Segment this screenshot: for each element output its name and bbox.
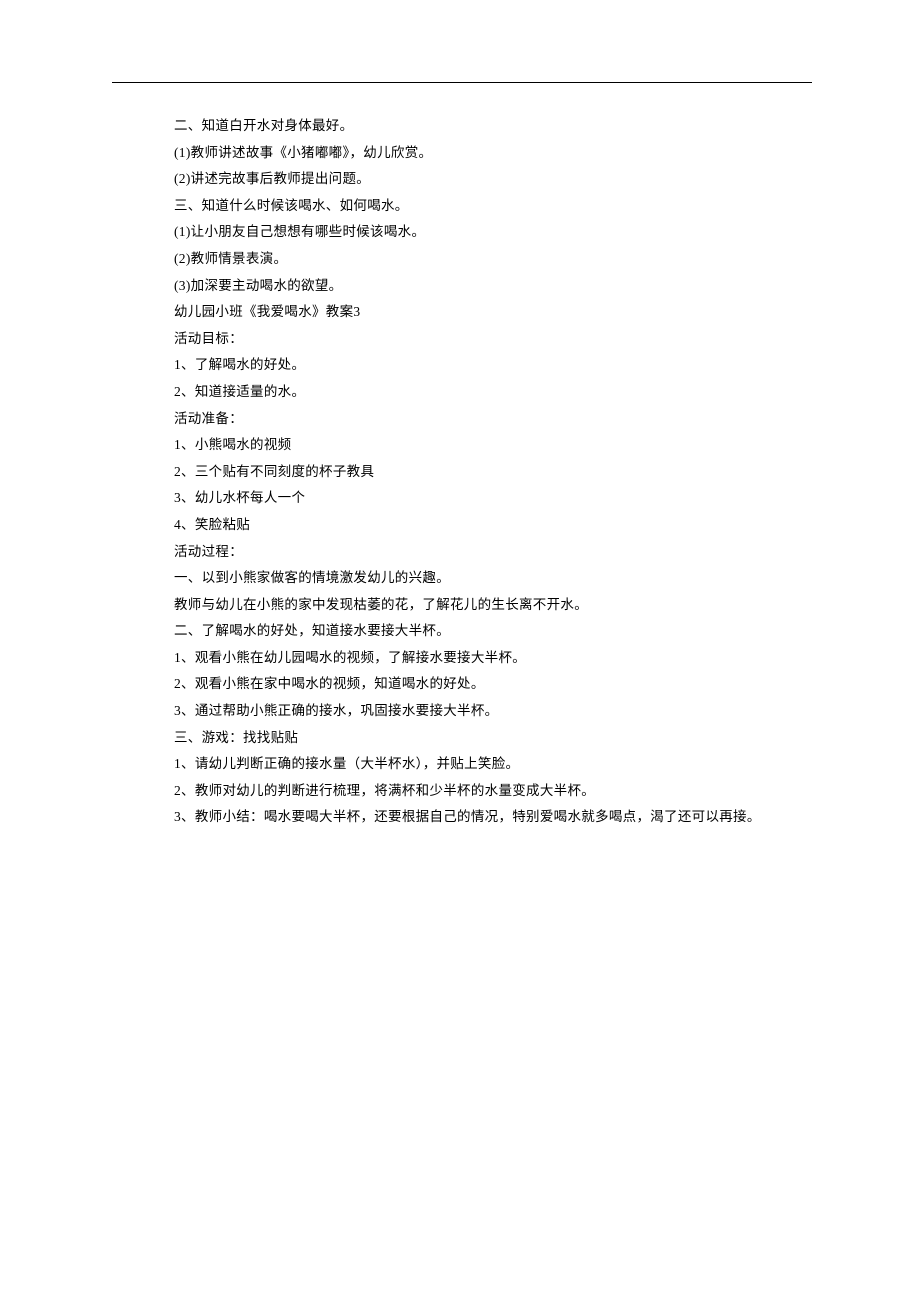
- text-line: (2)讲述完故事后教师提出问题。: [174, 166, 811, 193]
- text-line: 1、请幼儿判断正确的接水量（大半杯水），并贴上笑脸。: [174, 751, 811, 778]
- text-line: 3、通过帮助小熊正确的接水，巩固接水要接大半杯。: [174, 698, 811, 725]
- text-line: (1)教师讲述故事《小猪嘟嘟》，幼儿欣赏。: [174, 140, 811, 167]
- document-content: 二、知道白开水对身体最好。 (1)教师讲述故事《小猪嘟嘟》，幼儿欣赏。 (2)讲…: [109, 109, 811, 831]
- text-line: 活动目标：: [174, 326, 811, 353]
- text-line: 2、知道接适量的水。: [174, 379, 811, 406]
- text-line: 幼儿园小班《我爱喝水》教案3: [174, 299, 811, 326]
- text-line: (1)让小朋友自己想想有哪些时候该喝水。: [174, 219, 811, 246]
- text-line: 教师与幼儿在小熊的家中发现枯萎的花，了解花儿的生长离不开水。: [174, 592, 811, 619]
- text-line: 2、教师对幼儿的判断进行梳理，将满杯和少半杯的水量变成大半杯。: [174, 778, 811, 805]
- text-line: 活动准备：: [174, 406, 811, 433]
- text-line: 一、以到小熊家做客的情境激发幼儿的兴趣。: [174, 565, 811, 592]
- text-line: 1、小熊喝水的视频: [174, 432, 811, 459]
- text-line: 三、知道什么时候该喝水、如何喝水。: [174, 193, 811, 220]
- text-line: 1、观看小熊在幼儿园喝水的视频，了解接水要接大半杯。: [174, 645, 811, 672]
- text-line: 二、知道白开水对身体最好。: [174, 113, 811, 140]
- text-line: 三、游戏：找找贴贴: [174, 725, 811, 752]
- text-line: 3、幼儿水杯每人一个: [174, 485, 811, 512]
- text-line: (3)加深要主动喝水的欲望。: [174, 273, 811, 300]
- text-line: 3、教师小结：喝水要喝大半杯，还要根据自己的情况，特别爱喝水就多喝点，渴了还可以…: [174, 804, 811, 831]
- text-line: 活动过程：: [174, 539, 811, 566]
- text-line: 二、了解喝水的好处，知道接水要接大半杯。: [174, 618, 811, 645]
- horizontal-rule: [112, 82, 812, 83]
- text-line: 1、了解喝水的好处。: [174, 352, 811, 379]
- text-line: 4、笑脸粘贴: [174, 512, 811, 539]
- text-line: 2、观看小熊在家中喝水的视频，知道喝水的好处。: [174, 671, 811, 698]
- page-container: 二、知道白开水对身体最好。 (1)教师讲述故事《小猪嘟嘟》，幼儿欣赏。 (2)讲…: [0, 0, 920, 831]
- text-line: (2)教师情景表演。: [174, 246, 811, 273]
- text-line: 2、三个贴有不同刻度的杯子教具: [174, 459, 811, 486]
